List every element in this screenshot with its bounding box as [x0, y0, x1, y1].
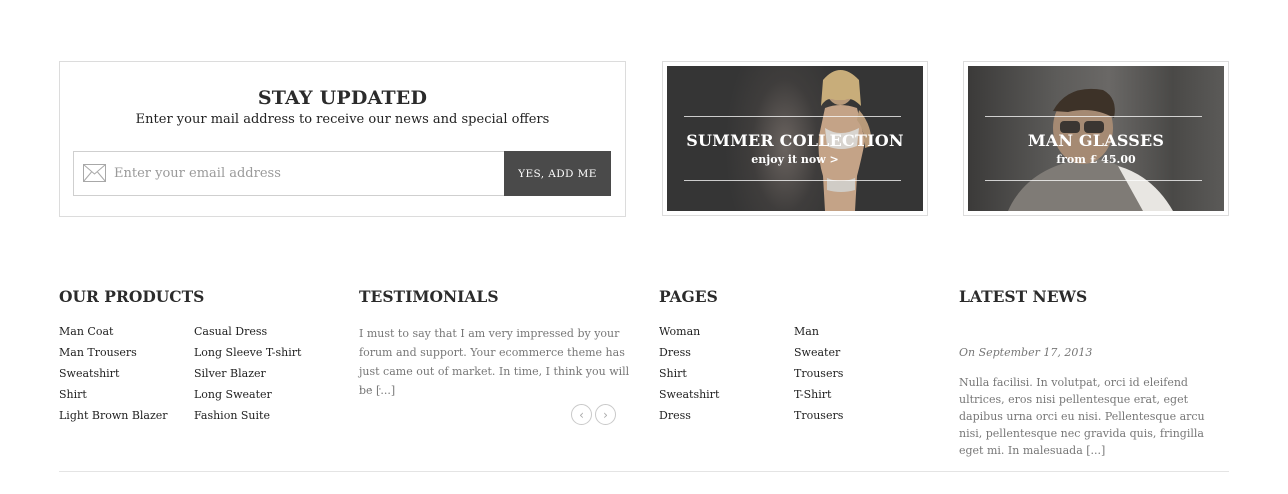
newsletter-subtitle: Enter your mail address to receive our n…: [135, 112, 550, 127]
page-link[interactable]: Dress: [659, 345, 719, 366]
newsletter-box: STAY UPDATED Enter your mail address to …: [59, 61, 626, 217]
banner-line-bottom: [684, 180, 901, 181]
product-link[interactable]: Shirt: [59, 387, 168, 408]
pages-heading: PAGES: [659, 287, 718, 306]
pages-list-2: Man Sweater Trousers T-Shirt Trousers: [794, 324, 843, 429]
page-link[interactable]: T-Shirt: [794, 387, 843, 408]
products-heading: OUR PRODUCTS: [59, 287, 205, 306]
product-link[interactable]: Man Trousers: [59, 345, 168, 366]
news-heading: LATEST NEWS: [959, 287, 1088, 306]
newsletter-form: YES, ADD ME: [73, 151, 611, 196]
testimonials-heading: TESTIMONIALS: [359, 287, 499, 306]
chevron-left-icon: ‹: [579, 407, 584, 422]
banner-line-bottom: [985, 180, 1202, 181]
man-glasses-banner[interactable]: MAN GLASSES from £ 45.00: [963, 61, 1229, 216]
banner-subtitle: from £ 45.00: [1056, 153, 1136, 166]
envelope-icon: [83, 164, 106, 182]
page-link[interactable]: Sweater: [794, 345, 843, 366]
product-link[interactable]: Long Sleeve T-shirt: [194, 345, 301, 366]
email-input[interactable]: [114, 152, 504, 195]
news-excerpt: Nulla facilisi. In volutpat, orci id ele…: [959, 376, 1205, 457]
summer-collection-banner[interactable]: SUMMER COLLECTION enjoy it now >: [662, 61, 928, 216]
banner-title: SUMMER COLLECTION: [686, 131, 904, 150]
product-link[interactable]: Sweatshirt: [59, 366, 168, 387]
page-link[interactable]: Trousers: [794, 408, 843, 429]
testimonial-author: · · ·: [359, 388, 384, 394]
banner-line-top: [684, 116, 901, 117]
pages-list-1: Woman Dress Shirt Sweatshirt Dress: [659, 324, 719, 429]
banner-line-top: [985, 116, 1202, 117]
page-link[interactable]: Shirt: [659, 366, 719, 387]
product-link[interactable]: Light Brown Blazer: [59, 408, 168, 429]
page-link[interactable]: Woman: [659, 324, 719, 345]
footer-divider: [59, 471, 1229, 472]
products-list-2: Casual Dress Long Sleeve T-shirt Silver …: [194, 324, 301, 429]
banner-subtitle: enjoy it now >: [751, 153, 839, 166]
product-link[interactable]: Long Sweater: [194, 387, 301, 408]
carousel-prev-button[interactable]: ‹: [571, 404, 592, 425]
chevron-right-icon: ›: [603, 407, 608, 422]
products-list-1: Man Coat Man Trousers Sweatshirt Shirt L…: [59, 324, 168, 429]
banner-image: SUMMER COLLECTION enjoy it now >: [667, 66, 923, 211]
page-link[interactable]: Man: [794, 324, 843, 345]
carousel-next-button[interactable]: ›: [595, 404, 616, 425]
page-link[interactable]: Sweatshirt: [659, 387, 719, 408]
banner-title: MAN GLASSES: [1027, 131, 1165, 150]
product-link[interactable]: Silver Blazer: [194, 366, 301, 387]
product-link[interactable]: Fashion Suite: [194, 408, 301, 429]
page-link[interactable]: Trousers: [794, 366, 843, 387]
newsletter-title: STAY UPDATED: [257, 87, 428, 109]
banner-image: MAN GLASSES from £ 45.00: [968, 66, 1224, 211]
news-date: On September 17, 2013: [959, 346, 1093, 359]
page-link[interactable]: Dress: [659, 408, 719, 429]
product-link[interactable]: Man Coat: [59, 324, 168, 345]
product-link[interactable]: Casual Dress: [194, 324, 301, 345]
subscribe-button[interactable]: YES, ADD ME: [504, 151, 611, 196]
